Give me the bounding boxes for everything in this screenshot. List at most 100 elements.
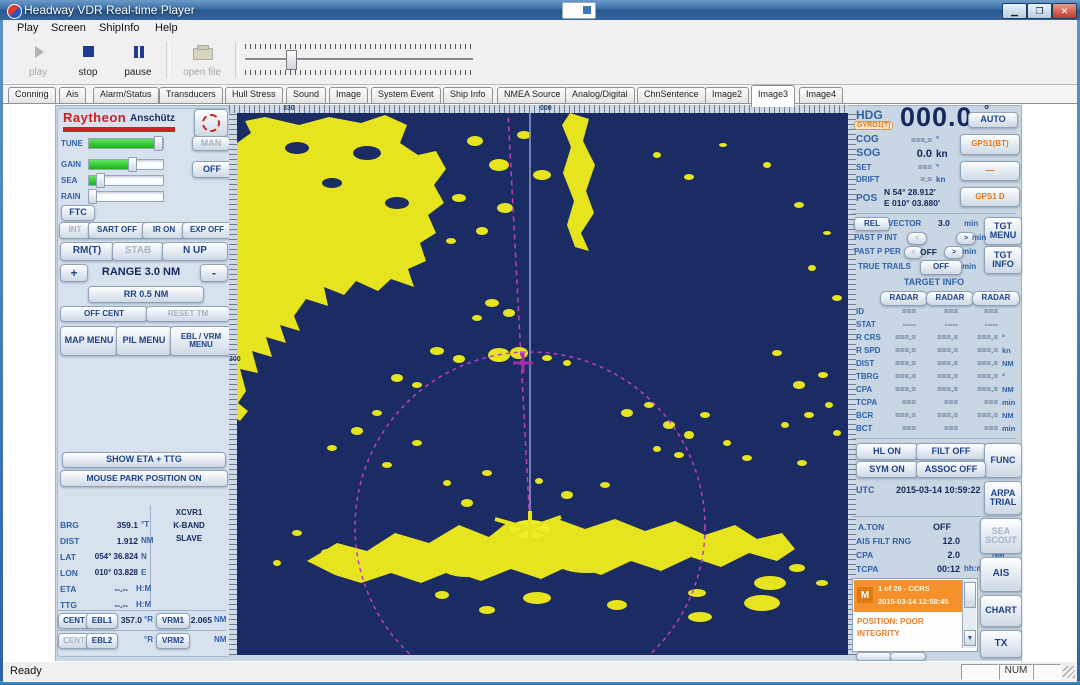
assoc-off-button[interactable]: ASSOC OFF <box>916 461 986 478</box>
ebl-vrm-menu-button[interactable]: EBL / VRM MENU <box>170 326 232 356</box>
tab-system-event[interactable]: System Event <box>371 87 441 104</box>
tab-image2[interactable]: Image2 <box>705 87 749 104</box>
table-row-rcrs: R CRS ===.= ===.= ===.= ° <box>852 333 1020 346</box>
tab-sound[interactable]: Sound <box>286 87 326 104</box>
func-button[interactable]: FUNC <box>984 443 1022 478</box>
seek-thumb[interactable] <box>286 50 297 70</box>
ftc-button[interactable]: FTC <box>61 205 95 221</box>
rain-slider[interactable] <box>88 191 164 202</box>
open-file-button[interactable]: open file <box>173 40 231 80</box>
tab-nmea-source[interactable]: NMEA Source <box>497 87 568 104</box>
vrm1-unit: NM <box>214 615 226 624</box>
minimize-button[interactable]: ▁ <box>1002 3 1027 19</box>
cutoff-button-1[interactable] <box>856 652 892 661</box>
tab-transducers[interactable]: Transducers <box>159 87 223 104</box>
sea-scout-button[interactable]: SEA SCOUT <box>980 518 1022 554</box>
gain-slider[interactable] <box>88 159 164 170</box>
tab-conning[interactable]: Conning <box>8 87 56 104</box>
alarm-scroll-thumb[interactable] <box>964 582 976 608</box>
mouse-park-button[interactable]: MOUSE PARK POSITION ON <box>60 470 228 487</box>
rain-label: RAIN <box>61 192 81 201</box>
gain-thumb[interactable] <box>128 157 137 172</box>
cog-unit: ° <box>936 135 939 144</box>
man-button[interactable]: MAN <box>192 136 230 151</box>
range-rings-button[interactable]: RR 0.5 NM <box>88 286 204 303</box>
tab-image4[interactable]: Image4 <box>799 87 843 104</box>
blank-source-button[interactable]: — <box>960 161 1020 181</box>
play-button[interactable]: play <box>11 40 65 80</box>
sym-on-button[interactable]: SYM ON <box>856 461 918 478</box>
rmt-button[interactable]: RM(T) <box>60 242 114 261</box>
rain-thumb[interactable] <box>88 189 97 204</box>
tab-alarm-status[interactable]: Alarm/Status <box>93 87 159 104</box>
tab-chnsentence[interactable]: ChnSentence <box>637 87 706 104</box>
north-up-button[interactable]: N UP <box>162 242 228 261</box>
sart-off-button[interactable]: SART OFF <box>88 222 146 239</box>
app-logo-icon[interactable] <box>7 4 22 19</box>
gain-fill <box>89 160 133 169</box>
alarm-scrollbar[interactable]: ▼ <box>962 580 976 648</box>
radar-source-button-1[interactable]: RADAR <box>880 291 928 306</box>
tab-analog-digital[interactable]: Analog/Digital <box>565 87 635 104</box>
chart-button[interactable]: CHART <box>980 595 1022 627</box>
vrm2-button[interactable]: VRM2 <box>156 633 190 649</box>
resize-grip[interactable] <box>1063 666 1075 678</box>
tab-ship-info[interactable]: Ship Info <box>443 87 493 104</box>
maximize-button[interactable]: ❐ <box>1027 3 1052 19</box>
radar-display[interactable] <box>237 113 848 655</box>
tune-thumb[interactable] <box>154 136 163 151</box>
past-pint-dec-button[interactable]: < <box>907 232 927 245</box>
cutoff-button-2[interactable] <box>890 652 926 661</box>
true-trails-off-button[interactable]: OFF <box>920 260 962 275</box>
seek-track[interactable] <box>245 58 473 61</box>
exp-off-button[interactable]: EXP OFF <box>182 222 232 239</box>
utc-label: UTC <box>856 485 875 495</box>
radar-source-button-2[interactable]: RADAR <box>926 291 974 306</box>
ebl2-button[interactable]: EBL2 <box>86 633 118 649</box>
brand-gear-button[interactable] <box>194 109 228 137</box>
tab-ais[interactable]: Ais <box>59 87 86 104</box>
tab-image[interactable]: Image <box>329 87 368 104</box>
alarm-selected-row[interactable]: M 1 of 26 - CCRS 2015-03-14 12:58:45 <box>854 580 962 612</box>
true-trails-unit: min <box>962 262 976 271</box>
rel-button[interactable]: REL <box>854 217 890 231</box>
auto-button[interactable]: AUTO <box>968 112 1018 128</box>
ais-button[interactable]: AIS <box>980 557 1022 592</box>
menu-shipinfo[interactable]: ShipInfo <box>95 22 143 34</box>
ir-on-button[interactable]: IR ON <box>142 222 186 239</box>
stop-button[interactable]: stop <box>61 40 115 80</box>
show-eta-ttg-button[interactable]: SHOW ETA + TTG <box>62 452 226 468</box>
off-button[interactable]: OFF <box>192 161 232 178</box>
pil-menu-button[interactable]: PIL MENU <box>116 326 172 356</box>
tune-slider[interactable] <box>88 138 164 149</box>
menu-play[interactable]: Play <box>13 22 42 34</box>
int-button[interactable]: INT <box>59 222 91 239</box>
cog-label: COG <box>856 134 879 145</box>
gps1-bt-button[interactable]: GPS1(BT) <box>960 134 1020 155</box>
gps1-d-button[interactable]: GPS1 D <box>960 187 1020 207</box>
tgt-menu-button[interactable]: TGT MENU <box>984 217 1022 245</box>
off-cent-button[interactable]: OFF CENT <box>60 306 148 322</box>
tgt-info-button[interactable]: TGT INFO <box>984 246 1022 274</box>
menu-help[interactable]: Help <box>151 22 182 34</box>
tab-image3[interactable]: Image3 <box>751 85 795 107</box>
menu-screen[interactable]: Screen <box>47 22 90 34</box>
tx-button[interactable]: TX <box>980 630 1022 658</box>
reset-tm-button[interactable]: RESET TM <box>146 306 230 322</box>
sea-thumb[interactable] <box>96 173 105 188</box>
arpa-trial-button[interactable]: ARPA TRIAL <box>984 481 1022 515</box>
pause-button[interactable]: pause <box>111 40 165 80</box>
filt-off-button[interactable]: FILT OFF <box>916 443 986 460</box>
map-menu-button[interactable]: MAP MENU <box>60 326 118 356</box>
radar-source-button-3[interactable]: RADAR <box>972 291 1020 306</box>
hl-on-button[interactable]: HL ON <box>856 443 918 460</box>
range-minus-button[interactable]: - <box>200 264 228 282</box>
close-button[interactable]: ✕ <box>1052 3 1077 19</box>
past-pper-inc-button[interactable]: > <box>944 246 964 259</box>
tab-hull-stress[interactable]: Hull Stress <box>225 87 283 104</box>
alarm-scroll-down-icon[interactable]: ▼ <box>964 630 976 646</box>
range-plus-button[interactable]: + <box>60 264 88 282</box>
past-pint-unit: min <box>972 233 986 242</box>
alarm-list[interactable]: M 1 of 26 - CCRS 2015-03-14 12:58:45 POS… <box>852 578 978 652</box>
stab-button[interactable]: STAB <box>112 242 164 261</box>
